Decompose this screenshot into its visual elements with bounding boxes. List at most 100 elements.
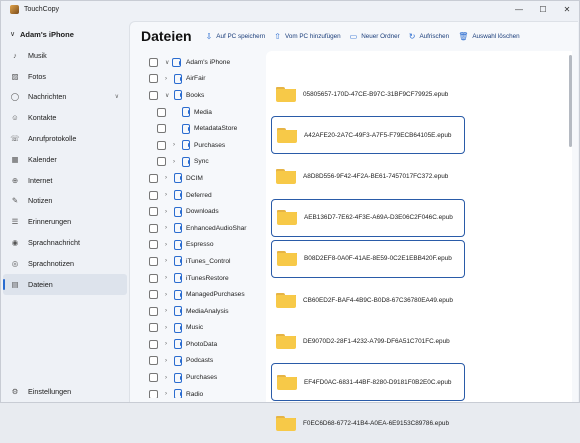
tree-node-checkbox[interactable] [149,240,158,250]
sidebar-item-nachrichten[interactable]: ◯ Nachrichten ∨ [1,87,129,108]
new-folder-button[interactable]: ▭ Neuer Ordner [350,32,400,41]
tree-node[interactable]: › Purchases [138,137,260,154]
minimize-button[interactable]: — [507,1,531,17]
tree-node[interactable]: › DCIM [138,170,260,187]
chevron-right-icon[interactable]: › [165,292,167,298]
tree-node-checkbox[interactable] [149,389,158,398]
tree-node-checkbox[interactable] [149,290,158,300]
chevron-right-icon[interactable]: › [165,242,167,248]
tree-node-checkbox[interactable] [149,373,158,383]
tree-node-checkbox[interactable] [149,74,158,84]
tree-node[interactable]: › EnhancedAudioShar [138,220,260,237]
sidebar-item-fotos[interactable]: ▨ Fotos [1,66,129,87]
tree-node-checkbox[interactable] [149,90,158,100]
tree-node[interactable]: › Podcasts [138,353,260,370]
tree-node-checkbox[interactable] [149,306,158,316]
tree-node-checkbox[interactable] [149,207,158,217]
chevron-down-icon[interactable]: ∨ [165,59,169,66]
device-header[interactable]: ∨ Adam's iPhone [1,23,129,45]
chevron-right-icon[interactable]: › [165,358,167,364]
tree-node[interactable]: › ManagedPurchases [138,286,260,303]
chevron-right-icon[interactable]: › [165,341,167,347]
sidebar-item-notizen[interactable]: ✎ Notizen [1,191,129,212]
sidebar-item-dateien[interactable]: ▤ Dateien [3,273,127,295]
tree-root-checkbox[interactable] [149,57,158,67]
tree-node[interactable]: › iTunes_Control [138,253,260,270]
chevron-right-icon[interactable]: › [173,159,175,165]
tree-node-checkbox[interactable] [149,256,158,266]
tree-node[interactable]: › Radio [138,386,260,398]
file-row[interactable]: DE9070D2-28F1-4232-A799-DF6A51C701FC.epu… [271,322,465,360]
tree-node-checkbox[interactable] [149,323,158,333]
sidebar-item-kalender[interactable]: ▦ Kalender [1,149,129,170]
tree-node-checkbox[interactable] [157,124,166,134]
tree-node[interactable]: › AirFair [138,71,260,88]
file-row[interactable]: EF4FD0AC-6831-44BF-8280-D9181F0B2E0C.epu… [271,363,465,402]
sidebar-item-anrufprotokolle[interactable]: ☏ Anrufprotokolle [1,128,129,149]
chevron-right-icon[interactable]: › [165,325,167,331]
chevron-right-icon[interactable]: › [165,225,167,231]
file-row[interactable]: A42AFE20-2A7C-49F3-A7F5-F79ECB64105E.epu… [271,116,465,155]
tree-node-checkbox[interactable] [149,173,158,183]
file-row[interactable]: AEB136D7-7E62-4F3E-A69A-D3E06C2F046C.epu… [271,198,465,237]
file-row[interactable]: 05805657-170D-47CE-B97C-31BF9CF79925.epu… [271,75,465,113]
tree-node[interactable]: Media [138,104,260,121]
chevron-down-icon[interactable]: ∨ [165,92,169,99]
file-name: A8D8D556-9F42-4F2A-BE61-7457017FC372.epu… [303,172,449,180]
tree-node-checkbox[interactable] [149,223,158,233]
tree-node[interactable]: ∨ Books [138,87,260,104]
tree-node-checkbox[interactable] [157,157,166,167]
sidebar-item-sprachnachricht[interactable]: ◉ Sprachnachricht [1,232,129,253]
chevron-right-icon[interactable]: › [165,209,167,215]
tree-node-checkbox[interactable] [157,107,166,117]
tree-node-checkbox[interactable] [157,140,166,150]
tree-node[interactable]: › Purchases [138,369,260,386]
add-from-pc-button[interactable]: ⇧ Vom PC hinzufügen [274,32,340,41]
chevron-right-icon[interactable]: › [165,275,167,281]
save-to-pc-button[interactable]: ⇩ Auf PC speichern [206,32,266,41]
chevron-right-icon[interactable]: › [173,142,175,148]
chevron-right-icon[interactable]: › [165,175,167,181]
tree-node[interactable]: › Sync [138,154,260,171]
tree-node-label: iTunes_Control [186,257,231,265]
file-row[interactable]: F0EC6D68-6772-41B4-A0EA-6E9153C89786.epu… [271,405,465,443]
sidebar-item-musik[interactable]: ♪ Musik [1,45,129,66]
settings-button[interactable]: ⚙ Einstellungen [1,380,129,402]
file-row[interactable]: A8D8D556-9F42-4F2A-BE61-7457017FC372.epu… [271,157,465,195]
folder-icon [174,339,182,350]
chevron-right-icon[interactable]: › [165,192,167,198]
tree-node-checkbox[interactable] [149,356,158,366]
refresh-button[interactable]: ↻ Aufrischen [409,32,449,41]
add-from-pc-icon: ⇧ [274,31,281,41]
file-row[interactable]: B08D2EF8-0A0F-41AE-8E59-0C2E1EBB420F.epu… [271,239,465,278]
sidebar-item-sprachnotizen[interactable]: ◎ Sprachnotizen [1,253,129,274]
chevron-right-icon[interactable]: › [165,375,167,381]
tree-node[interactable]: › Downloads [138,203,260,220]
sidebar-item-internet[interactable]: ⊕ Internet [1,170,129,191]
chevron-right-icon[interactable]: › [165,258,167,264]
tree-node[interactable]: › Deferred [138,187,260,204]
sidebar-item-erinnerungen[interactable]: ☰ Erinnerungen [1,211,129,232]
file-row[interactable]: CB60ED2F-BAF4-4B9C-B0D8-67C36780EA49.epu… [271,281,465,319]
gear-icon: ⚙ [11,386,19,396]
chevron-right-icon[interactable]: › [165,76,167,82]
delete-button[interactable]: 🗑 Auswahl löschen [458,32,519,41]
maximize-button[interactable]: ☐ [531,1,555,17]
tree-root[interactable]: ∨ Adam's iPhone [138,54,260,71]
sidebar-item-kontakte[interactable]: ☺ Kontakte [1,107,129,128]
tree-node-checkbox[interactable] [149,273,158,283]
tree-node[interactable]: › Music [138,320,260,337]
file-list-scrollbar[interactable] [569,55,572,147]
chevron-right-icon[interactable]: › [165,391,167,397]
chevron-down-icon[interactable]: ∨ [115,93,119,100]
tree-node-checkbox[interactable] [149,339,158,349]
tree-node[interactable]: MetadataStore [138,120,260,137]
chevron-right-icon[interactable]: › [165,308,167,314]
tree-node-checkbox[interactable] [149,190,158,200]
tree-node[interactable]: › MediaAnalysis [138,303,260,320]
close-button[interactable]: ✕ [555,1,579,17]
tree-node[interactable]: › PhotoData [138,336,260,353]
tree-node[interactable]: › Espresso [138,237,260,254]
toolbar-button-label: Auf PC speichern [216,32,266,40]
tree-node[interactable]: › iTunesRestore [138,270,260,287]
